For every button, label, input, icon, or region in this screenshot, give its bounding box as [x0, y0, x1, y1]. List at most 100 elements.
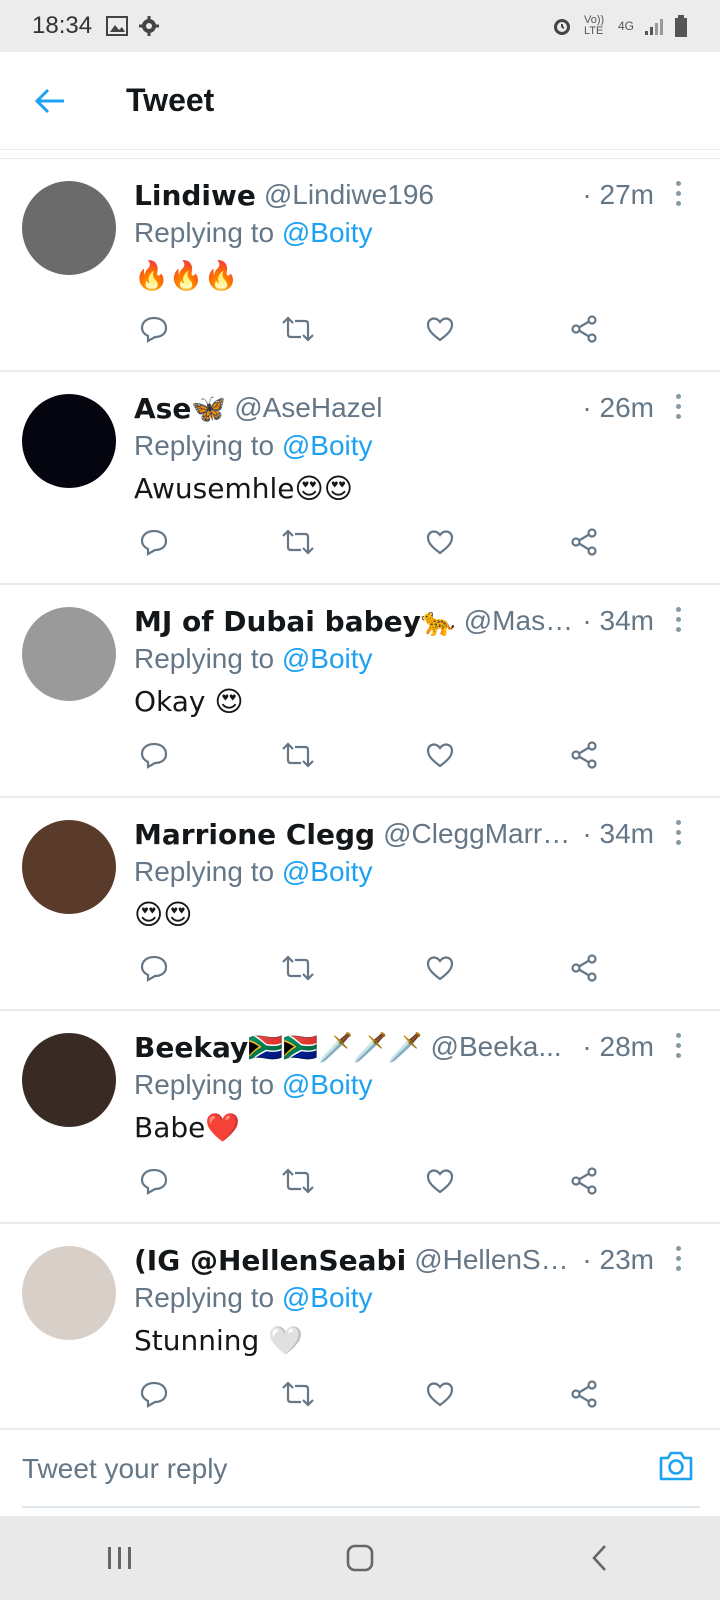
camera-icon	[659, 1451, 693, 1481]
author-handle[interactable]: @CleggMarrio...	[383, 818, 574, 850]
tweet-item[interactable]: MJ of Dubai babey🐆 @Mase... · 34m Replyi…	[0, 585, 720, 798]
author-name[interactable]: Ase🦋	[134, 392, 226, 425]
tweet-item[interactable]: (IG @HellenSeabi @HellenSeabi · 23m Repl…	[0, 1224, 720, 1437]
replying-prefix: Replying to	[134, 643, 275, 674]
author-name[interactable]: Marrione Clegg	[134, 818, 375, 851]
author-handle[interactable]: @Beeka...	[431, 1031, 562, 1063]
tweet-text: Okay 😍	[134, 685, 244, 718]
author-name[interactable]: Beekay🇿🇦🇿🇦🗡️🗡️🗡️	[134, 1031, 423, 1064]
retweet-button[interactable]	[278, 1374, 318, 1414]
tweet-text: Awusemhle😍😍	[134, 472, 353, 505]
mention-link[interactable]: @Boity	[282, 643, 373, 674]
author-handle[interactable]: @Lindiwe196	[264, 179, 434, 211]
mention-link[interactable]: @Boity	[282, 430, 373, 461]
recent-apps-button[interactable]	[80, 1528, 160, 1588]
retweet-button[interactable]	[278, 1161, 318, 1201]
author-name[interactable]: (IG @HellenSeabi	[134, 1244, 406, 1277]
like-button[interactable]	[420, 309, 460, 349]
battery-icon	[675, 15, 687, 37]
tweet-item[interactable]: Ase🦋 @AseHazel · 26m Replying to @Boity …	[0, 372, 720, 585]
home-button[interactable]	[320, 1528, 400, 1588]
avatar[interactable]	[22, 394, 116, 488]
tweet-time: · 27m	[582, 179, 654, 210]
like-button[interactable]	[420, 948, 460, 988]
tweet-item[interactable]: Lindiwe @Lindiwe196 · 27m Replying to @B…	[0, 159, 720, 372]
heart-icon	[426, 743, 454, 768]
author-handle[interactable]: @HellenSeabi	[414, 1244, 574, 1276]
tweet-item[interactable]: Marrione Clegg @CleggMarrio... · 34m Rep…	[0, 798, 720, 1011]
camera-button[interactable]	[656, 1446, 696, 1486]
more-options-icon[interactable]	[668, 1033, 688, 1063]
tweet-header: Ase🦋 @AseHazel · 26m	[134, 388, 654, 428]
reply-input[interactable]	[22, 1444, 562, 1494]
share-button[interactable]	[564, 522, 604, 562]
more-options-icon[interactable]	[668, 820, 688, 850]
status-bar: 18:34 Vo)) LTE 4G	[0, 0, 720, 52]
share-button[interactable]	[564, 735, 604, 775]
tweet-actions	[134, 1161, 614, 1201]
reply-underline	[22, 1506, 700, 1508]
tweet-item[interactable]: Beekay🇿🇦🇿🇦🗡️🗡️🗡️ @Beeka... · 28m Replyin…	[0, 1011, 720, 1224]
status-left-icons	[106, 15, 160, 37]
author-handle[interactable]: @AseHazel	[234, 392, 382, 424]
author-name[interactable]: MJ of Dubai babey🐆	[134, 605, 456, 638]
author-name[interactable]: Lindiwe	[134, 179, 256, 212]
like-button[interactable]	[420, 735, 460, 775]
share-button[interactable]	[564, 1161, 604, 1201]
more-options-icon[interactable]	[668, 181, 688, 211]
reply-button[interactable]	[134, 522, 174, 562]
avatar[interactable]	[22, 1246, 116, 1340]
tweet-header: (IG @HellenSeabi @HellenSeabi · 23m	[134, 1240, 654, 1280]
replying-to: Replying to @Boity	[134, 430, 373, 462]
retweet-button[interactable]	[278, 522, 318, 562]
reply-button[interactable]	[134, 948, 174, 988]
share-icon	[571, 528, 597, 556]
avatar[interactable]	[22, 607, 116, 701]
heart-icon	[426, 530, 454, 555]
tweet-text: Babe❤️	[134, 1111, 241, 1144]
more-options-icon[interactable]	[668, 1246, 688, 1276]
share-button[interactable]	[564, 1374, 604, 1414]
reply-composer	[0, 1428, 720, 1516]
tweet-header: Beekay🇿🇦🇿🇦🗡️🗡️🗡️ @Beeka... · 28m	[134, 1027, 654, 1067]
mention-link[interactable]: @Boity	[282, 856, 373, 887]
replying-to: Replying to @Boity	[134, 856, 373, 888]
like-button[interactable]	[420, 1161, 460, 1201]
reply-button[interactable]	[134, 1374, 174, 1414]
tweet-time: · 34m	[582, 818, 654, 849]
back-button[interactable]	[20, 71, 80, 131]
retweet-button[interactable]	[278, 948, 318, 988]
avatar[interactable]	[22, 820, 116, 914]
replying-prefix: Replying to	[134, 1069, 275, 1100]
share-icon	[571, 954, 597, 982]
image-icon	[106, 16, 129, 36]
reply-button[interactable]	[134, 735, 174, 775]
mention-link[interactable]: @Boity	[282, 1069, 373, 1100]
retweet-button[interactable]	[278, 735, 318, 775]
tweet-header: Marrione Clegg @CleggMarrio... · 34m	[134, 814, 654, 854]
more-options-icon[interactable]	[668, 394, 688, 424]
like-button[interactable]	[420, 1374, 460, 1414]
heart-icon	[426, 317, 454, 342]
author-handle[interactable]: @Mase...	[464, 605, 575, 637]
avatar[interactable]	[22, 1033, 116, 1127]
share-button[interactable]	[564, 948, 604, 988]
avatar[interactable]	[22, 181, 116, 275]
reply-button[interactable]	[134, 1161, 174, 1201]
share-icon	[571, 1167, 597, 1195]
share-button[interactable]	[564, 309, 604, 349]
retweet-icon	[282, 955, 314, 981]
more-options-icon[interactable]	[668, 607, 688, 637]
retweet-button[interactable]	[278, 309, 318, 349]
heart-icon	[426, 956, 454, 981]
like-button[interactable]	[420, 522, 460, 562]
mention-link[interactable]: @Boity	[282, 1282, 373, 1313]
header: Tweet	[0, 52, 720, 150]
reply-button[interactable]	[134, 309, 174, 349]
arrow-left-icon	[34, 88, 64, 113]
nav-back-button[interactable]	[560, 1528, 640, 1588]
mention-link[interactable]: @Boity	[282, 217, 373, 248]
tweet-header: MJ of Dubai babey🐆 @Mase... · 34m	[134, 601, 654, 641]
tweet-header: Lindiwe @Lindiwe196 · 27m	[134, 175, 654, 215]
system-nav-bar	[0, 1516, 720, 1600]
